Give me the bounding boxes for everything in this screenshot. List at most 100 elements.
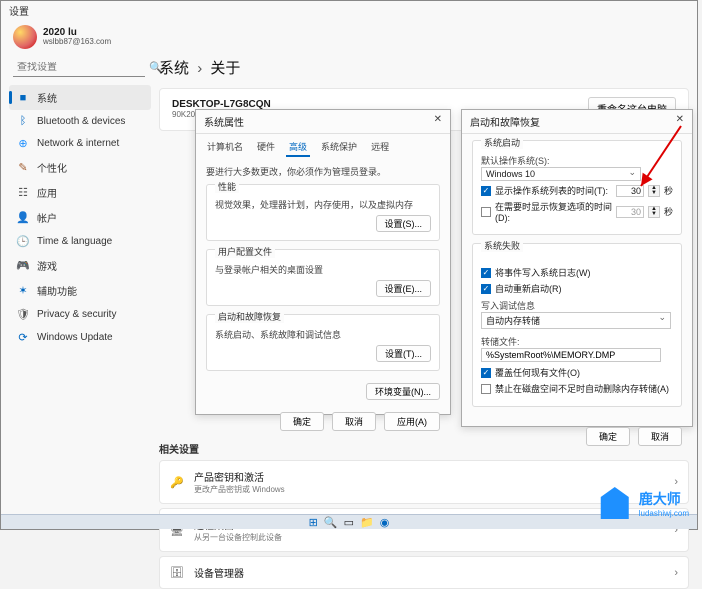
show-os-list-seconds[interactable]: 30 (616, 185, 644, 197)
chevron-right-icon: › (674, 567, 678, 579)
sysprops-cancel[interactable]: 取消 (332, 412, 376, 431)
sidebar-item-update[interactable]: ⟳ Windows Update (9, 326, 151, 349)
show-recovery-seconds[interactable]: 30 (616, 206, 644, 218)
sidebar-item-bluetooth-icon: ᛒ (17, 115, 29, 127)
nav-label: 系统 (37, 90, 57, 105)
recovery-ok[interactable]: 确定 (586, 427, 630, 446)
profiles-settings-button[interactable]: 设置(E)... (376, 280, 432, 297)
show-recovery-spin[interactable]: ▲▼ (648, 206, 660, 218)
overwrite-label: 覆盖任何现有文件(O) (495, 366, 673, 379)
sidebar-item-personalization-icon: ✎ (17, 161, 29, 174)
show-os-list-checkbox[interactable]: ✓ (481, 186, 491, 196)
breadcrumb: 系统 › 关于 (159, 51, 689, 88)
sysprops-tab[interactable]: 系统保护 (318, 138, 360, 157)
write-event-label: 将事件写入系统日志(W) (495, 266, 673, 279)
avatar[interactable] (13, 25, 37, 49)
show-os-list-spin[interactable]: ▲▼ (648, 185, 660, 197)
overwrite-checkbox[interactable]: ✓ (481, 368, 491, 378)
startup-group: 启动和故障恢复 系统启动、系统故障和调试信息 设置(T)... (206, 314, 440, 371)
disable-auto-delete-checkbox[interactable] (481, 384, 491, 394)
sidebar-item-network-icon: ⊕ (17, 137, 29, 150)
dump-file-label: 转储文件: (481, 335, 673, 348)
sidebar-item-accounts[interactable]: 👤帐户 (9, 205, 151, 230)
settings-window: 设置 2020 lu wslbb87@163.com 🔍 ■系统ᛒBluetoo… (0, 0, 698, 530)
auto-restart-checkbox[interactable]: ✓ (481, 284, 491, 294)
sysprops-tabs: 计算机名硬件高级系统保护远程 (196, 134, 450, 157)
watermark: 鹿大师 ludashiwj.com (595, 483, 689, 523)
sidebar-item-privacy-icon: 🛡 (17, 308, 29, 321)
sec-unit: 秒 (664, 184, 673, 197)
startup-recovery-dialog: 启动和故障恢复 ✕ 系统启动 默认操作系统(S): Windows 10 ✓ 显… (461, 109, 693, 427)
row-device-manager[interactable]: 🗄设备管理器› (159, 556, 689, 589)
write-event-checkbox[interactable]: ✓ (481, 268, 491, 278)
perf-title: 性能 (215, 180, 239, 193)
explorer-icon[interactable]: 📁 (360, 516, 374, 529)
nav-label: Time & language (37, 236, 112, 247)
startup-settings-button[interactable]: 设置(T)... (376, 345, 431, 362)
nav-label: 辅助功能 (37, 283, 77, 298)
sidebar: 🔍 ■系统ᛒBluetooth & devices ⊕ Network & inte… (1, 51, 151, 519)
sidebar-item-apps[interactable]: ☷应用 (9, 180, 151, 205)
perf-group: 性能 视觉效果，处理器计划，内存使用，以及虚拟内存 设置(S)... (206, 184, 440, 241)
recovery-title: 启动和故障恢复 (470, 114, 540, 129)
close-icon[interactable]: ✕ (676, 114, 684, 129)
debug-info-select[interactable]: 自动内存转储 (481, 312, 671, 329)
nav-label: 个性化 (37, 160, 67, 175)
nav-label: Network & internet (37, 138, 119, 149)
show-recovery-checkbox[interactable] (481, 207, 491, 217)
window-title: 设置 (1, 1, 697, 21)
watermark-brand: 鹿大师 (639, 491, 681, 507)
auto-restart-label: 自动重新启动(R) (495, 282, 673, 295)
sysprops-tab[interactable]: 计算机名 (204, 138, 246, 157)
boot-title: 系统启动 (481, 136, 523, 149)
sysprops-tab[interactable]: 硬件 (254, 138, 278, 157)
sidebar-item-system[interactable]: ■系统 (9, 85, 151, 110)
show-os-list-label: 显示操作系统列表的时间(T): (495, 184, 612, 197)
search-box[interactable]: 🔍 (13, 59, 145, 77)
profiles-desc: 与登录帐户相关的桌面设置 (215, 263, 431, 276)
breadcrumb-root[interactable]: 系统 (159, 60, 189, 77)
nav-label: 游戏 (37, 258, 57, 273)
close-icon[interactable]: ✕ (434, 114, 442, 129)
user-block[interactable]: 2020 lu wslbb87@163.com (43, 27, 111, 47)
taskview-icon[interactable]: ▭ (344, 516, 354, 529)
env-vars-button[interactable]: 环境变量(N)... (366, 383, 440, 400)
breadcrumb-leaf: 关于 (210, 60, 240, 77)
admin-note: 要进行大多数更改，你必须作为管理员登录。 (206, 165, 440, 178)
sidebar-item-update-icon: ⟳ (17, 331, 29, 344)
sidebar-item-bluetooth[interactable]: ᛒBluetooth & devices (9, 110, 151, 132)
sysprops-title: 系统属性 (204, 114, 244, 129)
sidebar-item-accessibility[interactable]: ✶ 辅助功能 (9, 278, 151, 303)
row-activation-icon: 🔑 (170, 476, 184, 489)
failure-group: 系统失败 ✓将事件写入系统日志(W) ✓自动重新启动(R) 写入调试信息 自动内… (472, 243, 682, 407)
nav-label: Windows Update (37, 332, 113, 343)
default-os-label: 默认操作系统(S): (481, 154, 673, 167)
start-icon[interactable]: ⊞ (309, 516, 318, 529)
disable-auto-delete-label: 禁止在磁盘空间不足时自动删除内存转储(A) (495, 382, 673, 395)
sysprops-ok[interactable]: 确定 (280, 412, 324, 431)
boot-group: 系统启动 默认操作系统(S): Windows 10 ✓ 显示操作系统列表的时间… (472, 140, 682, 235)
recovery-cancel[interactable]: 取消 (638, 427, 682, 446)
sidebar-item-privacy[interactable]: 🛡Privacy & security (9, 303, 151, 326)
sidebar-item-network[interactable]: ⊕ Network & internet (9, 132, 151, 155)
sysprops-tab[interactable]: 高级 (286, 138, 310, 157)
search-input[interactable] (17, 62, 149, 73)
taskbar[interactable]: ⊞ 🔍 ▭ 📁 ◉ (1, 514, 697, 529)
sidebar-item-accessibility-icon: ✶ (17, 284, 29, 297)
sysprops-apply[interactable]: 应用(A) (384, 412, 440, 431)
user-email: wslbb87@163.com (43, 38, 111, 47)
sidebar-item-accounts-icon: 👤 (17, 211, 29, 224)
edge-icon[interactable]: ◉ (380, 516, 390, 529)
sysprops-tab[interactable]: 远程 (368, 138, 392, 157)
failure-title: 系统失败 (481, 239, 523, 252)
sidebar-item-gaming[interactable]: 🎮 游戏 (9, 253, 151, 278)
sidebar-item-time[interactable]: 🕒Time & language (9, 230, 151, 253)
breadcrumb-sep: › (197, 60, 202, 77)
default-os-select[interactable]: Windows 10 (481, 167, 641, 181)
header: 2020 lu wslbb87@163.com (1, 21, 697, 51)
sidebar-item-personalization[interactable]: ✎ 个性化 (9, 155, 151, 180)
search-taskbar-icon[interactable]: 🔍 (324, 516, 338, 529)
dump-file-input[interactable] (481, 348, 661, 362)
sidebar-item-gaming-icon: 🎮 (17, 259, 29, 272)
perf-settings-button[interactable]: 设置(S)... (376, 215, 432, 232)
